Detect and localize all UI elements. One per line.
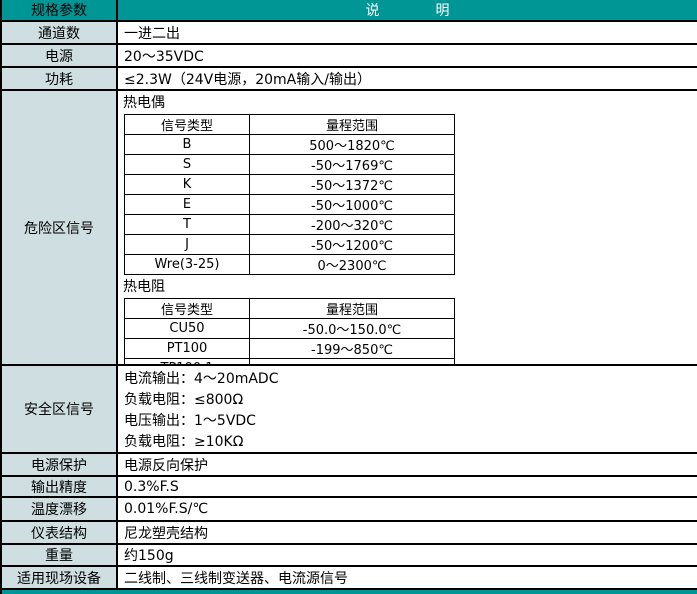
table-row: J -50～1200℃: [125, 235, 455, 255]
row-value: 约150g: [118, 545, 697, 565]
header-param-col: 规格参数: [2, 0, 118, 20]
row-label: 通道数: [2, 22, 118, 43]
danger-zone-content: 热电偶 信号类型 量程范围 B 500～1820℃ S -50～1769℃ K …: [118, 91, 697, 364]
signal-type: J: [125, 235, 250, 255]
safe-zone-content: 电流输出：4～20mADC 负载电阻：≤800Ω 电压输出：1～5VDC 负载电…: [118, 366, 697, 452]
table-row: S -50～1769℃: [125, 155, 455, 175]
header-desc-col: 说 明: [118, 0, 697, 20]
row-label: 危险区信号: [2, 91, 118, 364]
signal-type: CU50: [125, 319, 250, 339]
table-row: E -50～1000℃: [125, 195, 455, 215]
row-value: 0.3%F.S: [118, 477, 697, 496]
row-value: 0.01%F.S/℃: [118, 498, 697, 520]
thermocouple-title: 热电偶: [123, 93, 697, 113]
row-value: 二线制、三线制变送器、电流源信号: [118, 567, 697, 588]
signal-range: -200～320℃: [250, 215, 455, 235]
safe-zone-line: 电压输出：1～5VDC: [124, 411, 697, 432]
column-header: 量程范围: [250, 299, 455, 319]
table-row: 通道数 一进二出: [2, 22, 697, 45]
column-header: 量程范围: [250, 115, 455, 135]
column-header: 信号类型: [125, 115, 250, 135]
table-row: B 500～1820℃: [125, 135, 455, 155]
table-row: PT100 -199～850℃: [125, 339, 455, 359]
table-header-row: 规格参数 说 明: [2, 0, 697, 22]
row-label: 安全区信号: [2, 366, 118, 452]
signal-range: -50.0～150.0℃: [250, 319, 455, 339]
signal-range: -50～1769℃: [250, 155, 455, 175]
row-value: 一进二出: [118, 22, 697, 43]
signal-range: -50～1200℃: [250, 235, 455, 255]
signal-range: 0～2300℃: [250, 255, 455, 275]
table-row: T -200～320℃: [125, 215, 455, 235]
table-row: 重量 约150g: [2, 545, 697, 567]
spec-table: 规格参数 说 明 通道数 一进二出 电源 20～35VDC 功耗 ≤2.3W（2…: [0, 0, 697, 594]
row-label: 重量: [2, 545, 118, 565]
row-value: ≤2.3W（24V电源，20mA输入/输出）: [118, 68, 697, 89]
signal-type: E: [125, 195, 250, 215]
table-row: 功耗 ≤2.3W（24V电源，20mA输入/输出）: [2, 68, 697, 91]
row-label: 电源: [2, 45, 118, 66]
row-label: 适用现场设备: [2, 567, 118, 588]
table-row: Wre(3-25) 0～2300℃: [125, 255, 455, 275]
safe-zone-line: 负载电阻：≥10KΩ: [124, 432, 697, 453]
table-row: K -50～1372℃: [125, 175, 455, 195]
row-value: 尼龙塑壳结构: [118, 522, 697, 543]
row-value: 电源反向保护: [118, 454, 697, 475]
signal-type: K: [125, 175, 250, 195]
signal-range: -50～1372℃: [250, 175, 455, 195]
signal-type: Wre(3-25): [125, 255, 250, 275]
signal-type: B: [125, 135, 250, 155]
signal-range: -50～1000℃: [250, 195, 455, 215]
table-row: 电源 20～35VDC: [2, 45, 697, 68]
signal-type: S: [125, 155, 250, 175]
signal-range: -199～850℃: [250, 339, 455, 359]
table-row: 适用现场设备 二线制、三线制变送器、电流源信号: [2, 567, 697, 588]
table-row-safe-zone: 安全区信号 电流输出：4～20mADC 负载电阻：≤800Ω 电压输出：1～5V…: [2, 366, 697, 454]
table-row: CU50 -50.0～150.0℃: [125, 319, 455, 339]
table-row-danger-zone: 危险区信号 热电偶 信号类型 量程范围 B 500～1820℃ S -50～17…: [2, 91, 697, 366]
table-row: 信号类型 量程范围: [125, 115, 455, 135]
row-label: 功耗: [2, 68, 118, 89]
row-label: 温度漂移: [2, 498, 118, 520]
row-label: 输出精度: [2, 477, 118, 496]
safe-zone-line: 负载电阻：≤800Ω: [124, 390, 697, 411]
table-row: 信号类型 量程范围: [125, 299, 455, 319]
table-row: 仪表结构 尼龙塑壳结构: [2, 522, 697, 545]
safe-zone-line: 电流输出：4～20mADC: [124, 369, 697, 390]
bottom-border-strip: [2, 588, 697, 594]
table-row: 温度漂移 0.01%F.S/℃: [2, 498, 697, 522]
table-row: 输出精度 0.3%F.S: [2, 477, 697, 498]
signal-type: T: [125, 215, 250, 235]
row-label: 仪表结构: [2, 522, 118, 543]
rtd-title: 热电阻: [123, 277, 697, 297]
column-header: 信号类型: [125, 299, 250, 319]
thermocouple-table: 信号类型 量程范围 B 500～1820℃ S -50～1769℃ K -50～…: [124, 114, 455, 275]
signal-type: PT100: [125, 339, 250, 359]
row-value: 20～35VDC: [118, 45, 697, 66]
row-label: 电源保护: [2, 454, 118, 475]
signal-range: 500～1820℃: [250, 135, 455, 155]
table-row: 电源保护 电源反向保护: [2, 454, 697, 477]
